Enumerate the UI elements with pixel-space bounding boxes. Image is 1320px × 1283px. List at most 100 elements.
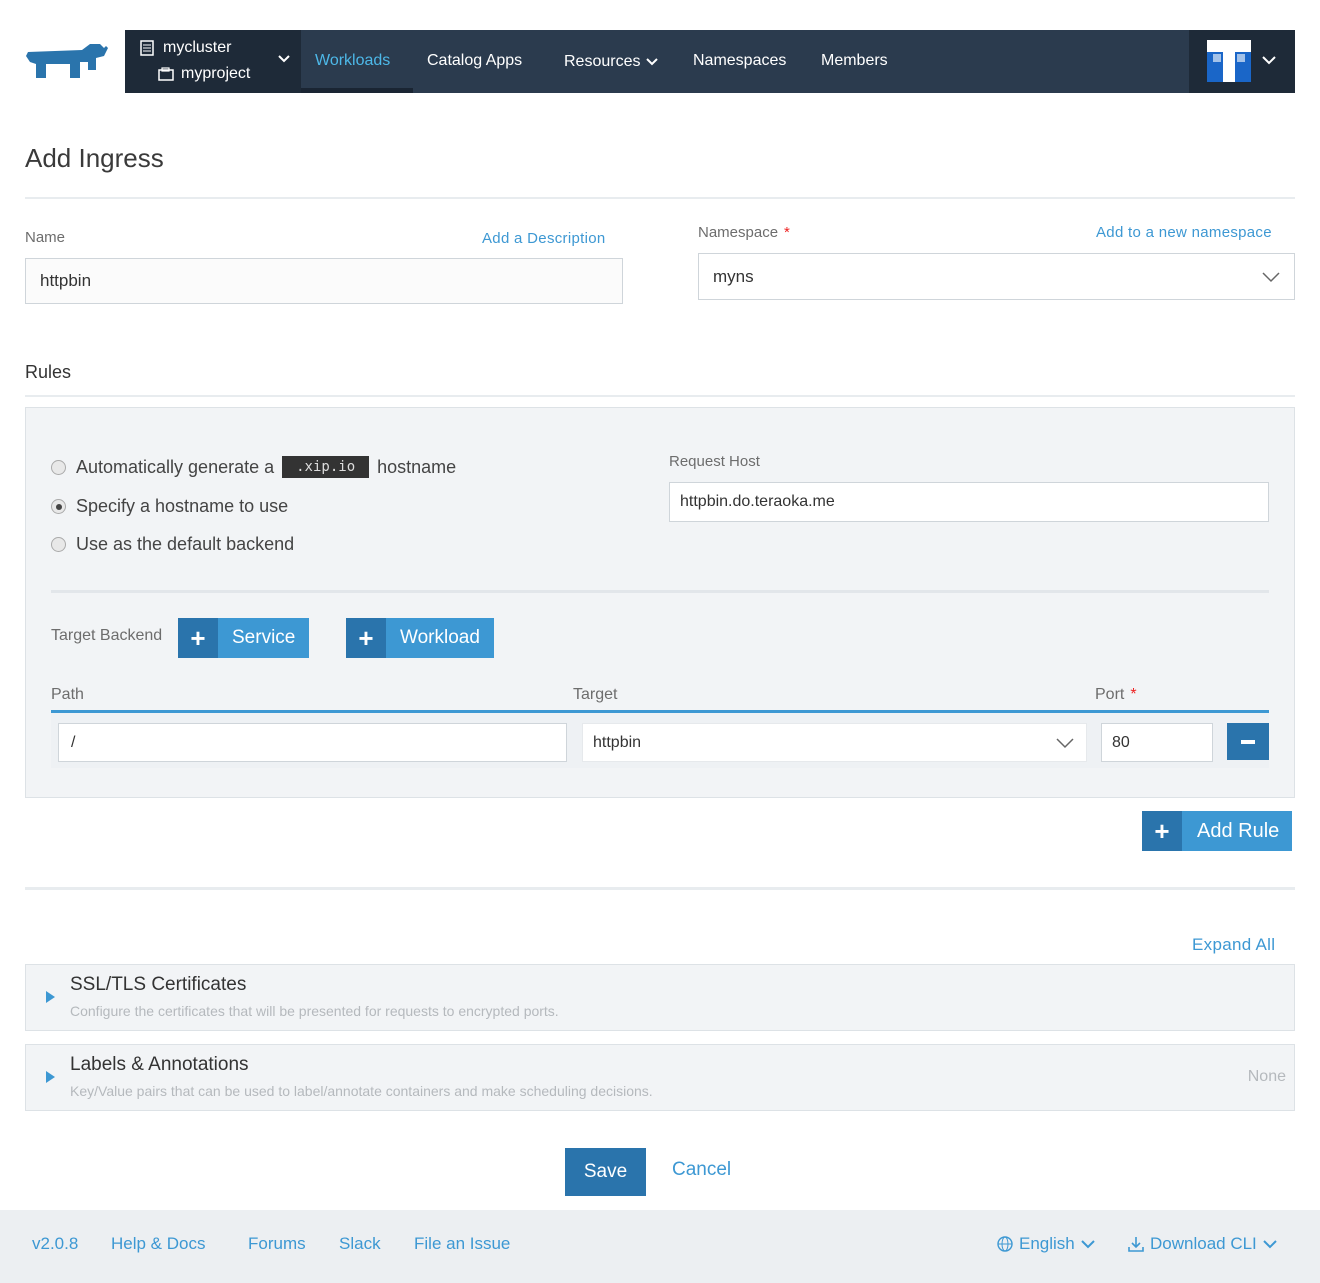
rancher-logo[interactable] bbox=[24, 40, 110, 84]
language-selector[interactable]: English bbox=[997, 1234, 1095, 1254]
slack-link[interactable]: Slack bbox=[339, 1234, 381, 1254]
nav-workloads[interactable]: Workloads bbox=[315, 30, 390, 93]
namespace-label-text: Namespace bbox=[698, 224, 779, 241]
radio-auto-suffix: hostname bbox=[377, 456, 457, 477]
radio-button[interactable] bbox=[51, 459, 66, 475]
section-description: Configure the certificates that will be … bbox=[70, 1003, 559, 1019]
target-column-header: Target bbox=[573, 686, 618, 703]
divider bbox=[51, 590, 1269, 593]
divider bbox=[25, 887, 1295, 890]
divider bbox=[25, 395, 1295, 397]
chevron-down-icon bbox=[1262, 272, 1280, 283]
remove-row-button[interactable] bbox=[1227, 723, 1269, 760]
rules-title: Rules bbox=[25, 362, 72, 382]
expand-triangle-icon bbox=[46, 991, 55, 1003]
globe-icon bbox=[997, 1236, 1013, 1252]
language-label: English bbox=[1019, 1234, 1075, 1253]
nav-resources[interactable]: Resources bbox=[564, 30, 659, 93]
add-service-button[interactable]: + Service bbox=[178, 618, 310, 658]
workload-button-label: Workload bbox=[386, 618, 494, 658]
radio-specify-hostname[interactable]: Specify a hostname to use bbox=[51, 496, 288, 517]
path-value: / bbox=[71, 733, 76, 751]
radio-auto-generate[interactable]: Automatically generate a .xip.io hostnam… bbox=[51, 456, 456, 478]
help-docs-link[interactable]: Help & Docs bbox=[111, 1234, 205, 1254]
name-input[interactable]: httpbin bbox=[25, 258, 623, 304]
request-host-label: Request Host bbox=[669, 453, 760, 470]
path-column-header: Path bbox=[51, 686, 84, 703]
cancel-button[interactable]: Cancel bbox=[672, 1159, 731, 1181]
rule-panel: Automatically generate a .xip.io hostnam… bbox=[25, 407, 1295, 798]
port-header-text: Port bbox=[1095, 686, 1125, 703]
plus-icon: + bbox=[178, 618, 218, 658]
xip-code: .xip.io bbox=[282, 456, 370, 478]
minus-icon bbox=[1241, 739, 1255, 744]
folder-icon bbox=[158, 67, 174, 81]
name-value: httpbin bbox=[40, 271, 92, 290]
radio-auto-label: Automatically generate a bbox=[76, 456, 275, 477]
labels-annotations-section[interactable]: Labels & Annotations Key/Value pairs tha… bbox=[25, 1044, 1295, 1111]
port-input[interactable]: 80 bbox=[1101, 723, 1213, 762]
chevron-down-icon bbox=[1081, 1239, 1095, 1248]
download-cli-menu[interactable]: Download CLI bbox=[1128, 1234, 1277, 1254]
expand-all-link[interactable]: Expand All bbox=[1192, 935, 1275, 955]
forums-link[interactable]: Forums bbox=[248, 1234, 306, 1254]
add-rule-label: Add Rule bbox=[1182, 811, 1293, 851]
cluster-icon bbox=[140, 40, 154, 56]
radio-default-label: Use as the default backend bbox=[76, 534, 295, 554]
avatar bbox=[1207, 40, 1251, 82]
nav-members[interactable]: Members bbox=[821, 30, 888, 93]
download-cli-label: Download CLI bbox=[1150, 1234, 1257, 1253]
path-input[interactable]: / bbox=[58, 723, 567, 762]
request-host-input[interactable]: httpbin.do.teraoka.me bbox=[669, 482, 1269, 522]
top-nav: mycluster myproject Workloads Catalog Ap… bbox=[125, 30, 1295, 93]
version-link[interactable]: v2.0.8 bbox=[32, 1234, 78, 1254]
footer: v2.0.8 Help & Docs Forums Slack File an … bbox=[0, 1210, 1320, 1283]
nav-resources-label: Resources bbox=[564, 52, 641, 70]
name-label: Name bbox=[25, 229, 66, 246]
save-button[interactable]: Save bbox=[565, 1148, 646, 1196]
service-button-label: Service bbox=[218, 618, 310, 658]
nav-namespaces[interactable]: Namespaces bbox=[693, 30, 786, 93]
add-description-link[interactable]: Add a Description bbox=[482, 230, 606, 247]
ssl-certificates-section[interactable]: SSL/TLS Certificates Configure the certi… bbox=[25, 964, 1295, 1031]
radio-button[interactable] bbox=[51, 537, 66, 552]
section-title: SSL/TLS Certificates bbox=[70, 974, 247, 995]
radio-default-backend[interactable]: Use as the default backend bbox=[51, 534, 294, 555]
download-icon bbox=[1128, 1237, 1144, 1252]
radio-specify-label: Specify a hostname to use bbox=[76, 496, 289, 516]
project-name: myproject bbox=[181, 65, 251, 82]
chevron-down-icon bbox=[1056, 738, 1074, 749]
target-backend-label: Target Backend bbox=[51, 627, 163, 644]
file-issue-link[interactable]: File an Issue bbox=[414, 1234, 510, 1254]
namespace-value: myns bbox=[713, 266, 754, 286]
page-title: Add Ingress bbox=[25, 143, 164, 173]
user-menu[interactable] bbox=[1189, 30, 1295, 93]
add-workload-button[interactable]: + Workload bbox=[346, 618, 494, 658]
add-rule-button[interactable]: + Add Rule bbox=[1142, 811, 1293, 851]
chevron-down-icon bbox=[1262, 56, 1276, 65]
chevron-down-icon bbox=[278, 55, 290, 63]
namespace-label: Namespace * bbox=[698, 224, 790, 241]
plus-icon: + bbox=[1142, 811, 1182, 851]
required-marker: * bbox=[1130, 686, 1137, 703]
chevron-down-icon bbox=[646, 57, 659, 65]
target-value: httpbin bbox=[593, 733, 642, 751]
divider bbox=[25, 197, 1295, 199]
request-host-value: httpbin.do.teraoka.me bbox=[680, 493, 835, 510]
chevron-down-icon bbox=[1263, 1239, 1277, 1248]
section-description: Key/Value pairs that can be used to labe… bbox=[70, 1083, 653, 1099]
cluster-project-switcher[interactable]: mycluster myproject bbox=[125, 30, 301, 93]
port-column-header: Port * bbox=[1095, 686, 1137, 704]
nav-catalog-apps[interactable]: Catalog Apps bbox=[427, 30, 522, 93]
plus-icon: + bbox=[346, 618, 386, 658]
target-select[interactable]: httpbin bbox=[582, 723, 1087, 762]
cluster-name: mycluster bbox=[163, 39, 232, 56]
section-status: None bbox=[1247, 1068, 1286, 1085]
namespace-select[interactable]: myns bbox=[698, 253, 1295, 300]
expand-triangle-icon bbox=[46, 1071, 55, 1083]
radio-button-selected[interactable] bbox=[51, 499, 66, 514]
add-namespace-link[interactable]: Add to a new namespace bbox=[1096, 224, 1272, 241]
port-value: 80 bbox=[1112, 733, 1130, 751]
required-marker: * bbox=[784, 224, 790, 241]
section-title: Labels & Annotations bbox=[70, 1054, 249, 1075]
